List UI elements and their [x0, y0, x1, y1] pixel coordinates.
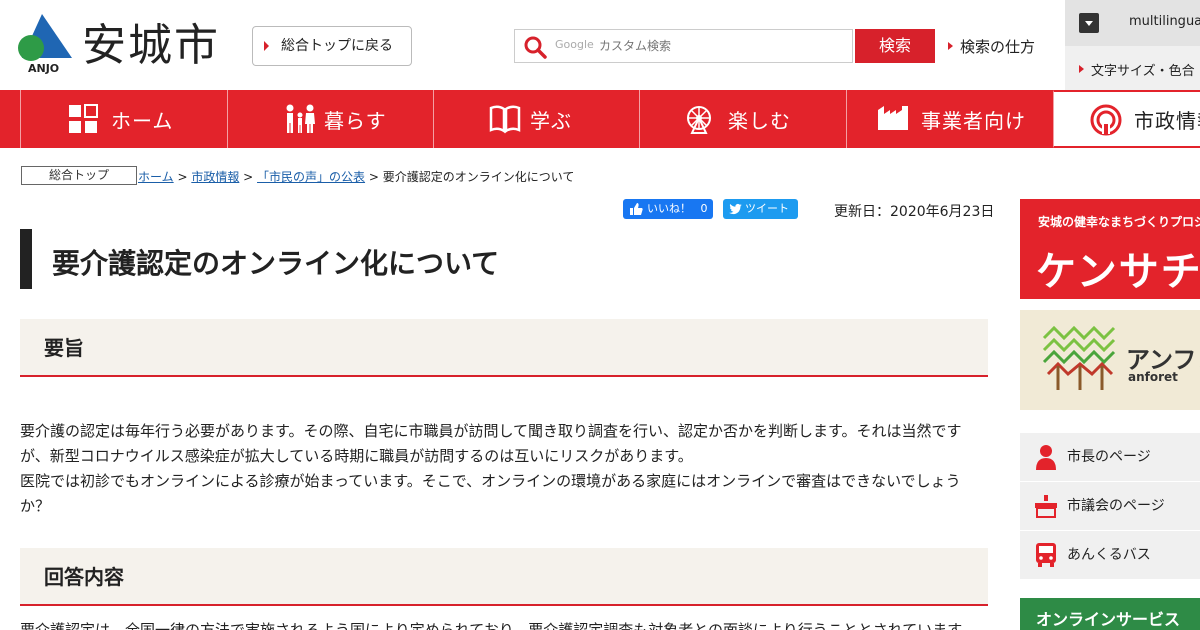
search-help-link[interactable]: 検索の仕方 — [948, 36, 1035, 57]
breadcrumb-separator: > — [239, 170, 258, 184]
factory-icon — [878, 106, 908, 130]
search-input[interactable] — [599, 34, 849, 58]
online-service-heading[interactable]: オンラインサービス — [1020, 598, 1200, 630]
search-help-label: 検索の仕方 — [960, 38, 1036, 56]
page-title: 要介護認定のオンライン化について — [52, 247, 500, 280]
multilingual-select[interactable]: multilingual — [1065, 0, 1200, 46]
breadcrumb-separator: > — [173, 170, 192, 184]
breadcrumb-home[interactable]: ホーム — [138, 170, 174, 184]
summary-paragraph: 要介護の認定は毎年行う必要があります。その際、自宅に市職員が訪問して聞き取り調査… — [20, 422, 962, 465]
anforet-subtitle: anforet — [1128, 370, 1178, 384]
assembly-page-link[interactable]: 市議会のページ — [1020, 482, 1200, 530]
kensachi-title: ケンサチ — [1036, 249, 1200, 295]
anforet-banner[interactable]: アンフォ anforet — [1020, 310, 1200, 410]
utility-panel: multilingual 文字サイズ・色合 — [1065, 0, 1200, 90]
back-to-top-label: 総合トップに戻る — [281, 38, 393, 54]
like-label: いいね！ — [647, 202, 691, 215]
section-heading-summary: 要旨 — [20, 319, 988, 377]
kensachi-banner[interactable]: 安城の健幸なまちづくりプロジェクト ケンサチ — [1020, 199, 1200, 299]
summary-paragraph: 医院では初診でもオンラインによる診療が始まっています。そこで、オンラインの環境が… — [20, 472, 961, 515]
breadcrumb: ホーム > 市政情報 > 「市民の声」の公表 > 要介護認定のオンライン化につい… — [138, 168, 574, 185]
search-brand: Google — [555, 38, 594, 51]
mayor-page-link[interactable]: 市長のページ — [1020, 433, 1200, 481]
nav-enjoy[interactable]: 楽しむ — [639, 90, 846, 148]
book-icon — [489, 105, 521, 134]
facebook-like-button[interactable]: いいね！ 0 — [623, 199, 713, 219]
thumbs-up-icon — [630, 203, 643, 215]
city-name: 安城市 — [82, 20, 220, 71]
answer-paragraph: 要介護認定は、全国一律の方法で実施されるよう国により定められており、要介護認定調… — [20, 621, 976, 630]
nav-city-info[interactable]: 市政情報 — [1053, 90, 1200, 148]
nav-learn[interactable]: 学ぶ — [433, 90, 639, 148]
breadcrumb-citizen-voice[interactable]: 「市民の声」の公表 — [257, 170, 365, 184]
breadcrumb-city-info[interactable]: 市政情報 — [191, 170, 239, 184]
nav-label: 市政情報 — [1134, 109, 1200, 133]
side-link-label: 市長のページ — [1067, 449, 1151, 465]
like-count: 0 — [700, 202, 708, 215]
anjo-logo-icon: ANJO — [18, 14, 72, 74]
side-link-label: あんくるバス — [1067, 547, 1151, 563]
side-link-label: 市議会のページ — [1067, 498, 1165, 514]
nav-label: 暮らす — [324, 109, 387, 133]
title-accent-bar — [20, 229, 32, 289]
nav-living[interactable]: 暮らす — [227, 90, 433, 148]
assembly-icon — [1035, 495, 1057, 518]
ferris-wheel-icon — [687, 106, 711, 134]
nav-label: ホーム — [111, 109, 174, 133]
font-size-label: 文字サイズ・色合 — [1091, 64, 1195, 79]
back-to-top-button[interactable]: 総合トップに戻る — [252, 26, 412, 66]
triangle-right-icon — [264, 41, 269, 51]
triangle-right-icon — [1079, 65, 1084, 73]
global-nav: ホーム 暮らす 学ぶ 楽しむ 事業者向け 市政情 — [0, 90, 1200, 148]
nav-label: 事業者向け — [921, 109, 1026, 133]
city-logo[interactable]: ANJO 安城市 — [18, 14, 228, 76]
kensachi-subtitle: 安城の健幸なまちづくりプロジェクト — [1038, 215, 1200, 229]
section-heading-answer: 回答内容 — [20, 548, 988, 606]
tweet-button[interactable]: ツイート — [723, 199, 798, 219]
svg-text:ANJO: ANJO — [28, 62, 59, 74]
triangle-right-icon — [948, 42, 953, 50]
breadcrumb-current: 要介護認定のオンライン化について — [382, 170, 575, 184]
update-date: 更新日：2020年6月23日 — [834, 204, 995, 220]
nav-business[interactable]: 事業者向け — [846, 90, 1053, 148]
dropdown-icon — [1079, 13, 1099, 33]
search-icon — [524, 36, 547, 59]
grid-icon — [69, 104, 98, 133]
tweet-label: ツイート — [745, 202, 789, 215]
bus-page-link[interactable]: あんくるバス — [1020, 531, 1200, 579]
breadcrumb-top-link[interactable]: 総合トップ — [21, 166, 137, 185]
nav-label: 学ぶ — [530, 109, 572, 133]
city-emblem-icon — [1090, 104, 1122, 136]
family-icon — [286, 104, 315, 133]
tree-logo-icon — [1042, 326, 1116, 390]
nav-home[interactable]: ホーム — [20, 90, 227, 148]
multilingual-label: multilingual — [1129, 14, 1200, 29]
search-box[interactable]: Google — [514, 29, 853, 63]
breadcrumb-separator: > — [365, 170, 383, 184]
person-icon — [1036, 445, 1056, 470]
site-header: ANJO 安城市 総合トップに戻る Google 検索 検索の仕方 multil… — [0, 0, 1200, 90]
twitter-bird-icon — [729, 203, 742, 215]
bus-icon — [1036, 543, 1056, 567]
nav-label: 楽しむ — [728, 109, 791, 133]
search-button[interactable]: 検索 — [855, 29, 935, 63]
font-size-link[interactable]: 文字サイズ・色合 — [1079, 60, 1195, 79]
